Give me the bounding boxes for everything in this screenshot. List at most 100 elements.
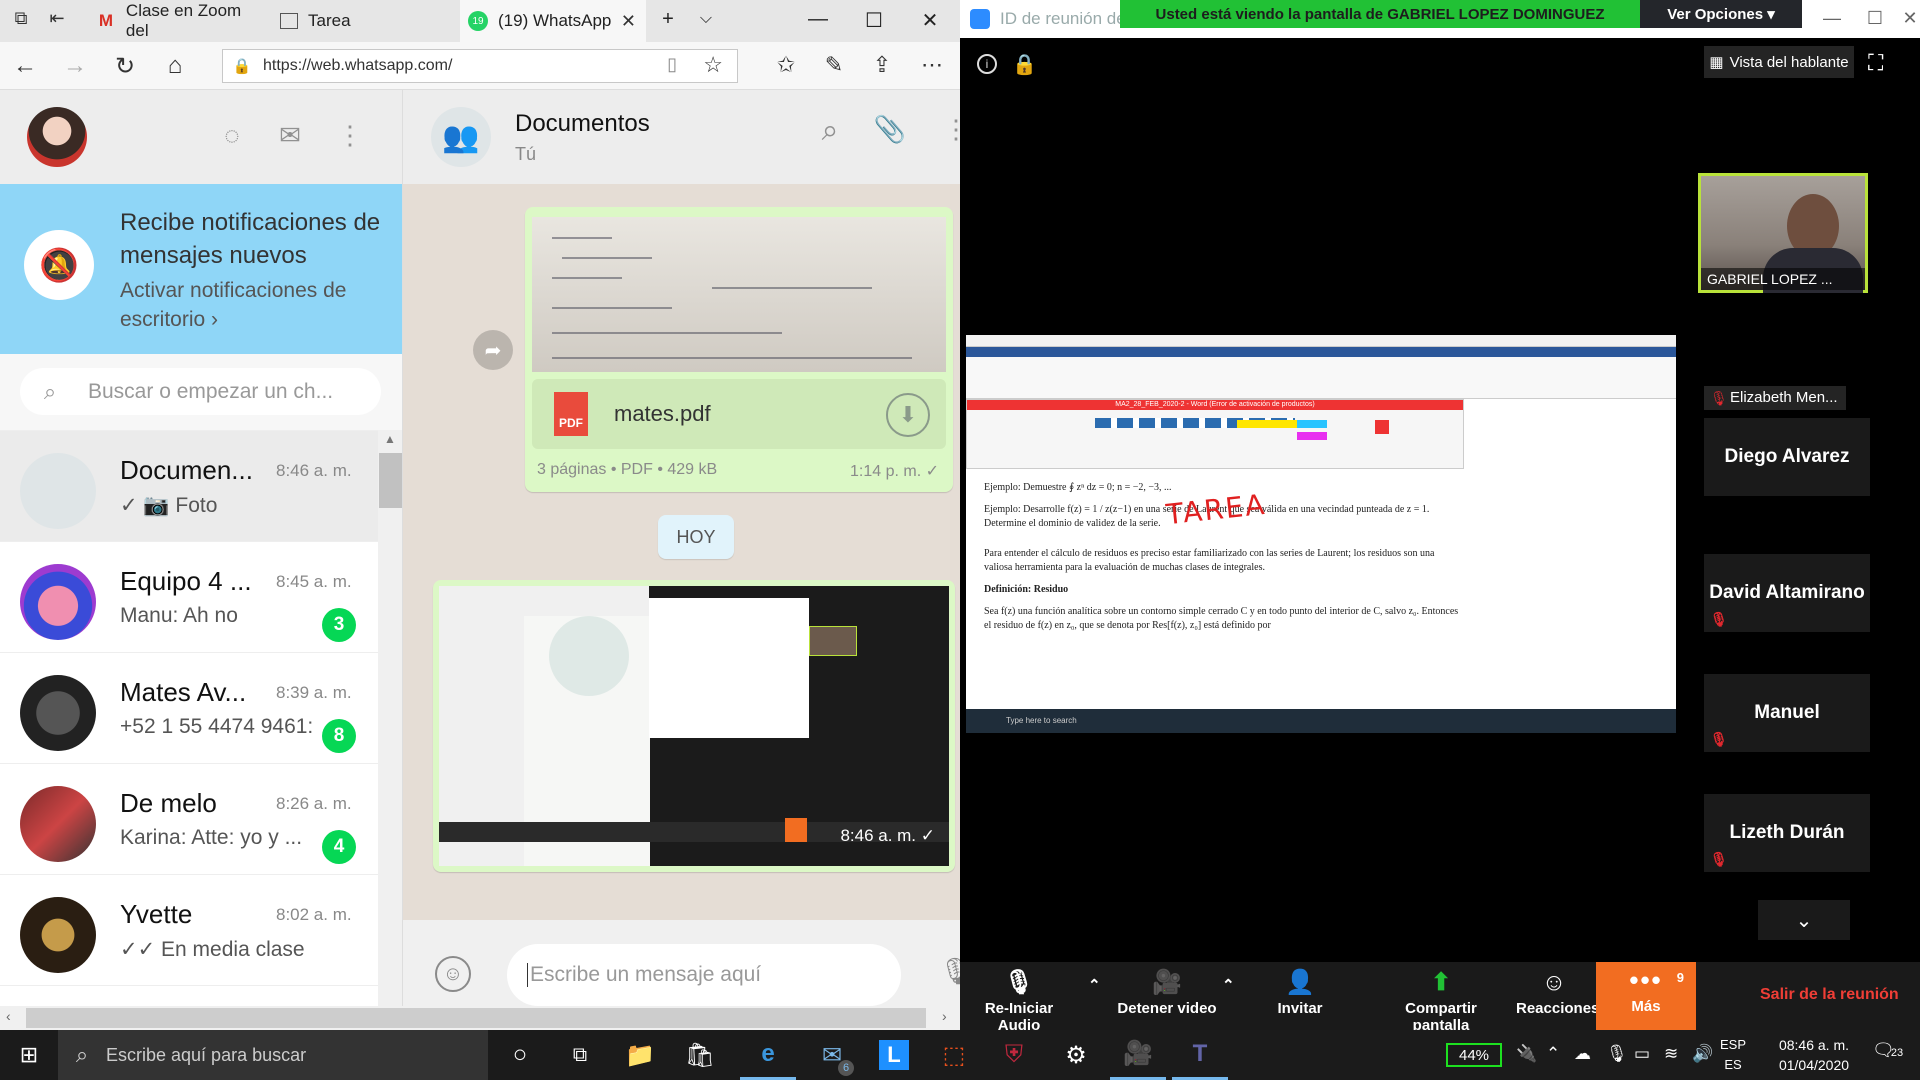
tray-expand-chevron-icon[interactable]: ⌃	[1546, 1044, 1560, 1064]
video-button[interactable]: 🎥 Detener video	[1112, 966, 1222, 1030]
conversation-header[interactable]: 👥 Documentos Tú ⌕ 📎 ⋮	[403, 90, 960, 184]
video-options-chevron-icon[interactable]: ⌃	[1222, 976, 1235, 1030]
invite-button[interactable]: 👤 Invitar	[1260, 966, 1340, 1030]
clock[interactable]: 08:46 a. m. 01/04/2020	[1764, 1035, 1864, 1075]
task-view-icon[interactable]: ⧉	[552, 1030, 608, 1080]
audio-options-chevron-icon[interactable]: ⌃	[1088, 976, 1101, 1030]
office-icon[interactable]: ⬚	[926, 1030, 982, 1080]
chat-item-mates[interactable]: Mates Av... 8:39 a. m. +52 1 55 4474 946…	[0, 653, 402, 764]
view-options-button[interactable]: Ver Opciones ▾	[1640, 0, 1802, 28]
more-button[interactable]: ••• Más 9	[1596, 962, 1696, 1030]
minimize-icon[interactable]: —	[798, 8, 838, 31]
participant-tile-elizabeth[interactable]: 🎙 Elizabeth Men...	[1704, 386, 1846, 410]
pdf-file-row[interactable]: PDF mates.pdf ⬇	[532, 379, 946, 449]
chat-item-equipo4[interactable]: Equipo 4 ... 8:45 a. m. Manu: Ah no 3	[0, 542, 402, 653]
zoom-app-icon[interactable]: 🎥	[1110, 1030, 1166, 1080]
app-l-icon[interactable]: L	[866, 1030, 922, 1080]
avatar[interactable]	[27, 107, 87, 167]
reading-view-icon[interactable]: ▯	[667, 54, 677, 75]
tab-preview-icon[interactable]: ⧉	[4, 8, 38, 29]
pen-icon[interactable]: ✎	[818, 52, 850, 78]
menu-kebab-icon[interactable]: ⋮	[939, 114, 960, 145]
maximize-icon[interactable]: ☐	[1855, 8, 1895, 29]
scroll-up-icon[interactable]: ▲	[384, 432, 396, 446]
mail-icon[interactable]: ✉ 6	[804, 1030, 860, 1080]
home-icon[interactable]: ⌂	[158, 52, 192, 80]
onedrive-cloud-icon[interactable]: ☁	[1574, 1044, 1591, 1064]
menu-kebab-icon[interactable]: ⋮	[333, 120, 367, 151]
favorites-list-icon[interactable]: ✩	[770, 52, 802, 78]
microphone-icon[interactable]: 🎙	[939, 956, 960, 987]
more-icon[interactable]: ⋯	[916, 52, 948, 78]
emoji-icon[interactable]: ☺	[435, 956, 471, 992]
enable-notifications-link[interactable]: Activar notificaciones de escritorio ›	[120, 276, 380, 334]
info-icon[interactable]: i	[977, 54, 997, 74]
search-input[interactable]: ⌕ Buscar o empezar un ch...	[20, 368, 381, 415]
new-tab-icon[interactable]: +	[648, 8, 688, 31]
scroll-left-icon[interactable]: ‹	[6, 1008, 11, 1024]
share-screen-button[interactable]: ⬆ Compartir pantalla	[1376, 966, 1506, 1030]
message-input[interactable]: Escribe un mensaje aquí	[507, 944, 901, 1006]
tab-zoom-class[interactable]: M Clase en Zoom del	[88, 0, 268, 42]
close-tab-icon[interactable]: ✕	[621, 11, 636, 32]
cortana-icon[interactable]: ○	[492, 1030, 548, 1080]
minimize-icon[interactable]: —	[1812, 8, 1852, 29]
attach-icon[interactable]: 📎	[873, 114, 907, 145]
tab-back-icon[interactable]: ⇤	[40, 8, 74, 29]
speaker-view-button[interactable]: ▦ Vista del hablante	[1704, 46, 1854, 78]
share-icon[interactable]: ⇪	[866, 52, 898, 78]
refresh-icon[interactable]: ↻	[108, 52, 142, 81]
maximize-icon[interactable]: ☐	[854, 8, 894, 33]
scroll-thumb[interactable]	[26, 1008, 926, 1028]
favorite-star-icon[interactable]: ☆	[703, 52, 723, 78]
notification-banner[interactable]: 🔕 Recibe notificaciones de mensajes nuev…	[0, 184, 402, 354]
edge-icon[interactable]: e	[740, 1030, 796, 1080]
reactions-button[interactable]: ☺ Reacciones	[1516, 966, 1599, 1030]
store-icon[interactable]: 🛍	[672, 1030, 728, 1080]
close-window-icon[interactable]: ✕	[910, 8, 950, 33]
participant-tile-diego[interactable]: Diego Alvarez	[1704, 418, 1870, 496]
forward-icon[interactable]: ➦	[473, 330, 513, 370]
windows-start-icon[interactable]: ⊞	[0, 1030, 58, 1080]
wifi-icon[interactable]: ≋	[1664, 1044, 1678, 1064]
tab-whatsapp[interactable]: 19 (19) WhatsApp ✕	[460, 0, 646, 42]
forward-icon[interactable]: →	[58, 52, 92, 80]
search-icon[interactable]: ⌕	[813, 114, 847, 148]
teams-icon[interactable]: T	[1172, 1030, 1228, 1080]
chat-list-scrollbar[interactable]: ▲	[378, 430, 402, 1030]
chat-item-yvette[interactable]: Yvette 8:02 a. m. ✓✓ En media clase	[0, 875, 402, 986]
scroll-right-icon[interactable]: ›	[942, 1008, 947, 1024]
taskbar-search-input[interactable]: ⌕ Escribe aquí para buscar	[58, 1030, 488, 1080]
power-plug-icon[interactable]: 🔌	[1516, 1044, 1537, 1064]
url-field[interactable]: 🔒 https://web.whatsapp.com/ ▯ ☆	[222, 49, 738, 83]
participant-tile-lizeth[interactable]: Lizeth Durán 🎙	[1704, 794, 1870, 872]
tab-list-chevron-icon[interactable]: ⌵	[686, 10, 726, 28]
close-window-icon[interactable]: ✕	[1890, 8, 1920, 29]
leave-meeting-button[interactable]: Salir de la reunión	[1760, 986, 1899, 1004]
microphone-icon[interactable]: 🎙	[1606, 1044, 1628, 1064]
more-participants-chevron-icon[interactable]: ⌄	[1758, 900, 1850, 940]
chat-item-documentos[interactable]: Documen... 8:46 a. m. ✓ 📷 Foto	[0, 431, 402, 542]
audio-button[interactable]: 🎙 Re-Iniciar Audio	[964, 966, 1074, 1030]
network-icon[interactable]: ▭	[1634, 1044, 1650, 1064]
image-message[interactable]: 8:46 a. m. ✓	[433, 580, 955, 872]
new-chat-icon[interactable]: ✉	[273, 120, 307, 151]
battery-indicator[interactable]: 44%	[1446, 1043, 1502, 1067]
download-icon[interactable]: ⬇	[886, 393, 930, 437]
horizontal-scrollbar[interactable]: ‹ ›	[0, 1006, 960, 1030]
document-message[interactable]: PDF mates.pdf ⬇ 3 páginas • PDF • 429 kB…	[525, 207, 953, 492]
volume-icon[interactable]: 🔊	[1692, 1044, 1713, 1064]
status-icon[interactable]: ◌	[215, 120, 249, 151]
mcafee-icon[interactable]: ⛨	[986, 1030, 1042, 1080]
language-indicator[interactable]: ESP ES	[1720, 1035, 1746, 1075]
action-center-icon[interactable]: 🗨23	[1872, 1040, 1903, 1061]
chat-item-de-melo[interactable]: De melo 8:26 a. m. Karina: Atte: yo y ..…	[0, 764, 402, 875]
participant-tile-david[interactable]: David Altamirano 🎙	[1704, 554, 1870, 632]
scroll-thumb[interactable]	[379, 453, 402, 508]
fullscreen-icon[interactable]: ⛶	[1868, 50, 1883, 76]
participant-tile-manuel[interactable]: Manuel 🎙	[1704, 674, 1870, 752]
host-video[interactable]: GABRIEL LOPEZ ...	[1698, 173, 1868, 293]
file-explorer-icon[interactable]: 📁	[612, 1030, 668, 1080]
encryption-lock-icon[interactable]: 🔒	[1012, 52, 1037, 77]
settings-gear-icon[interactable]: ⚙	[1048, 1030, 1104, 1080]
